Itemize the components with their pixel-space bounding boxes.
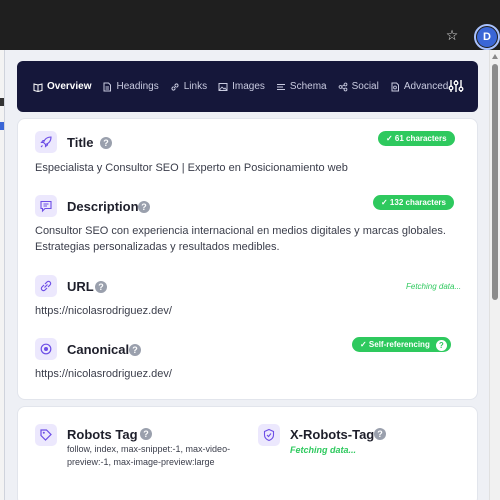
url-help-icon[interactable]: ? <box>95 281 107 293</box>
description-help-icon[interactable]: ? <box>138 201 150 213</box>
popup-scrollbar[interactable] <box>489 50 500 500</box>
x-robots-tag-help-icon[interactable]: ? <box>374 428 386 440</box>
scroll-thumb[interactable] <box>492 64 498 300</box>
canonical-label: Canonical <box>67 342 130 357</box>
tab-label: Advanced <box>403 81 449 92</box>
canonical-value: https://nicolasrodriguez.dev/ <box>35 368 172 380</box>
title-value: Especialista y Consultor SEO | Experto e… <box>35 162 348 174</box>
url-value: https://nicolasrodriguez.dev/ <box>35 305 172 317</box>
book-icon <box>33 82 43 92</box>
tab-schema[interactable]: Schema <box>276 81 327 92</box>
browser-toolbar <box>0 22 500 50</box>
tab-label: Images <box>232 81 265 92</box>
scroll-up-arrow-icon[interactable] <box>492 54 498 59</box>
canonical-badge-label: ✓ Self-referencing <box>360 340 430 349</box>
tab-label: Links <box>183 81 208 92</box>
robots-tag-label: Robots Tag <box>67 427 138 442</box>
browser-tab-strip <box>0 0 500 22</box>
list-icon <box>276 82 286 92</box>
seo-extension-popup: Overview Headings Links Images Schema So <box>4 50 489 500</box>
title-label: Title <box>67 135 94 150</box>
link-icon <box>35 275 57 297</box>
canonical-badge-help-icon[interactable]: ? <box>435 340 447 351</box>
robots-tag-value: follow, index, max-snippet:-1, max-video… <box>67 444 231 467</box>
share-icon <box>338 82 348 92</box>
tab-images[interactable]: Images <box>218 81 265 92</box>
message-icon <box>35 195 57 217</box>
tab-headings[interactable]: Headings <box>102 81 159 92</box>
image-icon <box>218 82 228 92</box>
document-icon <box>102 82 112 92</box>
robots-card: Robots Tag ? follow, index, max-snippet:… <box>17 406 478 500</box>
canonical-help-icon[interactable]: ? <box>129 344 141 356</box>
url-label: URL <box>67 279 94 294</box>
url-fetching-status: Fetching data... <box>406 282 462 291</box>
tab-label: Schema <box>289 81 327 92</box>
canonical-status-badge: ✓ Self-referencing? <box>352 337 451 352</box>
rocket-icon <box>35 131 57 153</box>
target-icon <box>35 338 57 360</box>
sliders-icon[interactable] <box>448 78 464 94</box>
tab-social[interactable]: Social <box>338 81 379 92</box>
link-icon <box>170 82 180 92</box>
description-status-badge: ✓ 132 characters <box>373 195 454 210</box>
description-label: Description <box>67 199 139 214</box>
overview-card: Title ? ✓ 61 characters Especialista y C… <box>17 118 478 400</box>
file-search-icon <box>390 82 400 92</box>
description-value: Consultor SEO con experiencia internacio… <box>35 225 446 253</box>
shield-check-icon <box>258 424 280 446</box>
x-robots-tag-label: X-Robots-Tag <box>290 427 375 442</box>
x-robots-tag-fetching-status: Fetching data... <box>290 445 357 455</box>
title-status-badge: ✓ 61 characters <box>378 131 455 146</box>
tab-label: Headings <box>116 81 159 92</box>
tab-label: Social <box>351 81 379 92</box>
tag-icon <box>35 424 57 446</box>
bookmark-star-icon[interactable]: ☆ <box>444 28 460 44</box>
robots-tag-help-icon[interactable]: ? <box>140 428 152 440</box>
tab-label: Overview <box>47 81 92 92</box>
tab-links[interactable]: Links <box>170 81 207 92</box>
title-help-icon[interactable]: ? <box>100 137 112 149</box>
tab-overview[interactable]: Overview <box>33 81 91 92</box>
nav-bar: Overview Headings Links Images Schema So <box>17 61 478 112</box>
tab-advanced[interactable]: Advanced <box>390 81 448 92</box>
profile-avatar[interactable]: D <box>477 27 497 47</box>
